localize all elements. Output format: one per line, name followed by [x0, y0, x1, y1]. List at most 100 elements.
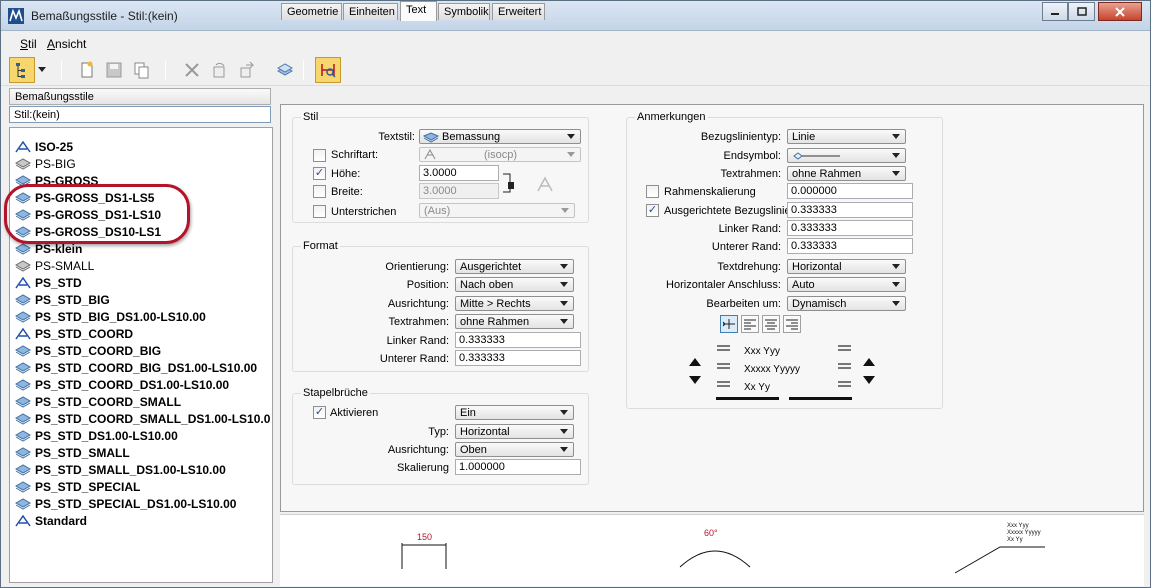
save-style-button[interactable]: [101, 57, 127, 83]
unterstrichen-checkbox[interactable]: [313, 205, 326, 218]
copy-style-button[interactable]: [128, 57, 154, 83]
skalierung-field[interactable]: 1.000000: [455, 459, 581, 475]
styles-list-header[interactable]: Bemaßungsstile: [9, 88, 271, 105]
preview-angular-value: 60°: [704, 528, 718, 538]
style-list-item[interactable]: PS-GROSS_DS10-LS1: [15, 223, 161, 240]
textdrehung-dropdown[interactable]: Horizontal: [787, 259, 906, 274]
style-list-item[interactable]: PS-GROSS: [15, 172, 98, 189]
bezugslinientyp-dropdown[interactable]: Linie: [787, 129, 906, 144]
reset-style-button[interactable]: [206, 57, 232, 83]
hoehe-checkbox[interactable]: ✓: [313, 167, 326, 180]
style-list-item-label: PS_STD_SPECIAL: [35, 479, 141, 494]
style-list-item[interactable]: PS_STD: [15, 274, 82, 291]
format-linker-rand-field[interactable]: 0.333333: [455, 332, 581, 348]
tab-geometrie[interactable]: Geometrie: [281, 3, 342, 20]
tab-symbolik[interactable]: Symbolik: [438, 3, 490, 20]
style-list-item[interactable]: PS_STD_BIG_DS1.00-LS10.00: [15, 308, 206, 325]
ausgerichtete-bezugslinie-field[interactable]: 0.333333: [787, 202, 913, 218]
delete-style-button[interactable]: [179, 57, 205, 83]
style-list-item-label: PS_STD_SPECIAL_DS1.00-LS10.00: [35, 496, 237, 511]
breite-field[interactable]: 3.0000: [419, 183, 499, 199]
unterstrichen-dropdown[interactable]: (Aus): [419, 203, 575, 218]
hoehe-field[interactable]: 3.0000: [419, 165, 499, 181]
close-button[interactable]: [1098, 2, 1142, 21]
horizontaler-anschluss-dropdown[interactable]: Auto: [787, 277, 906, 292]
justify-left-button[interactable]: [741, 315, 759, 333]
justify-right-button[interactable]: [783, 315, 801, 333]
rahmenskalierung-checkbox[interactable]: [646, 185, 659, 198]
tree-view-button[interactable]: [9, 57, 35, 83]
bearbeiten-um-dropdown[interactable]: Dynamisch: [787, 296, 906, 311]
move-up-right-icon[interactable]: [862, 357, 876, 370]
unterstrichen-label: Unterstrichen: [331, 206, 397, 218]
ausrichtung-dropdown[interactable]: Mitte > Rechts: [455, 296, 574, 311]
style-filter-field[interactable]: Stil:(kein): [9, 106, 271, 123]
menu-ansicht[interactable]: Ansicht: [47, 37, 86, 51]
schriftart-checkbox[interactable]: [313, 149, 326, 162]
aktivieren-checkbox[interactable]: ✓: [313, 406, 326, 419]
style-list-item[interactable]: PS-SMALL: [15, 257, 94, 274]
style-list-item[interactable]: PS-klein: [15, 240, 82, 257]
justify-center-button[interactable]: [762, 315, 780, 333]
style-list-item[interactable]: PS_STD_COORD: [15, 325, 133, 342]
style-icon: [15, 191, 31, 205]
new-style-button[interactable]: [74, 57, 100, 83]
style-list-item[interactable]: Standard: [15, 512, 87, 529]
style-list-item[interactable]: PS_STD_SMALL_DS1.00-LS10.00: [15, 461, 226, 478]
breite-checkbox[interactable]: [313, 185, 326, 198]
typ-dropdown[interactable]: Horizontal: [455, 424, 574, 439]
style-list-item[interactable]: PS_STD_COORD_BIG: [15, 342, 161, 359]
minimize-button[interactable]: [1042, 2, 1068, 21]
ausgerichtete-bezugslinie-checkbox[interactable]: ✓: [646, 204, 659, 217]
style-list-item[interactable]: PS_STD_COORD_DS1.00-LS10.00: [15, 376, 229, 393]
rahmenskalierung-field[interactable]: 0.000000: [787, 183, 913, 199]
preview-button[interactable]: [315, 57, 341, 83]
textstil-dropdown[interactable]: Bemassung: [419, 129, 581, 144]
position-dropdown[interactable]: Nach oben: [455, 277, 574, 292]
style-list-item[interactable]: PS-GROSS_DS1-LS5: [15, 189, 154, 206]
style-list-item[interactable]: PS_STD_SPECIAL_DS1.00-LS10.00: [15, 495, 236, 512]
style-list-item[interactable]: PS-BIG: [15, 155, 76, 172]
move-down-right-icon[interactable]: [862, 375, 876, 388]
style-list-item-label: PS_STD_COORD: [35, 326, 134, 341]
endsymbol-dropdown[interactable]: [787, 148, 906, 163]
style-list-item[interactable]: PS_STD_SMALL: [15, 444, 130, 461]
maximize-button[interactable]: [1068, 2, 1095, 21]
style-list-item[interactable]: PS_STD_SPECIAL: [15, 478, 140, 495]
anm-unterer-rand-field[interactable]: 0.333333: [787, 238, 913, 254]
style-list-item[interactable]: PS_STD_DS1.00-LS10.00: [15, 427, 178, 444]
view-dropdown-button[interactable]: [35, 57, 49, 83]
align-left-icon: [744, 319, 756, 330]
schriftart-dropdown[interactable]: (isocp): [419, 147, 581, 162]
style-list-item[interactable]: PS-GROSS_DS1-LS10: [15, 206, 161, 223]
stapel-ausrichtung-dropdown[interactable]: Oben: [455, 442, 574, 457]
style-list-item[interactable]: PS_STD_COORD_SMALL: [15, 393, 181, 410]
textstil-label: Textstil:: [378, 131, 415, 143]
update-from-style-button[interactable]: [234, 57, 260, 83]
lock-aspect-icon[interactable]: [501, 169, 550, 202]
move-down-left-icon[interactable]: [688, 375, 702, 388]
move-up-left-icon[interactable]: [688, 357, 702, 370]
style-icon: [15, 310, 31, 324]
tab-erweitert[interactable]: Erweitert: [492, 3, 545, 20]
style-icon: [15, 378, 31, 392]
anm-linker-rand-field[interactable]: 0.333333: [787, 220, 913, 236]
import-style-button[interactable]: [272, 57, 298, 83]
format-textrahmen-dropdown[interactable]: ohne Rahmen: [455, 314, 574, 329]
tab-text[interactable]: Text: [400, 1, 437, 21]
copy-icon: [134, 62, 149, 79]
justify-dynamic-button[interactable]: [720, 315, 738, 333]
menu-stil[interactable]: Stil: [20, 37, 37, 51]
style-list-item[interactable]: PS_STD_COORD_SMALL_DS1.00-LS10.0: [15, 410, 270, 427]
orientierung-dropdown[interactable]: Ausgerichtet: [455, 259, 574, 274]
style-list-item[interactable]: PS_STD_COORD_BIG_DS1.00-LS10.00: [15, 359, 257, 376]
style-list-item[interactable]: ISO-25: [15, 138, 73, 155]
dimension-style-icon: [15, 327, 31, 341]
breite-label: Breite:: [331, 186, 363, 198]
style-list-item[interactable]: PS_STD_BIG: [15, 291, 110, 308]
anm-textrahmen-dropdown[interactable]: ohne Rahmen: [787, 166, 906, 181]
aktivieren-dropdown[interactable]: Ein: [455, 405, 574, 420]
tab-einheiten[interactable]: Einheiten: [343, 3, 398, 20]
format-unterer-rand-field[interactable]: 0.333333: [455, 350, 581, 366]
dimension-styles-list[interactable]: ISO-25 PS-BIG PS-GROSS PS-GROSS_DS1-LS5 PS-G…: [9, 127, 273, 583]
